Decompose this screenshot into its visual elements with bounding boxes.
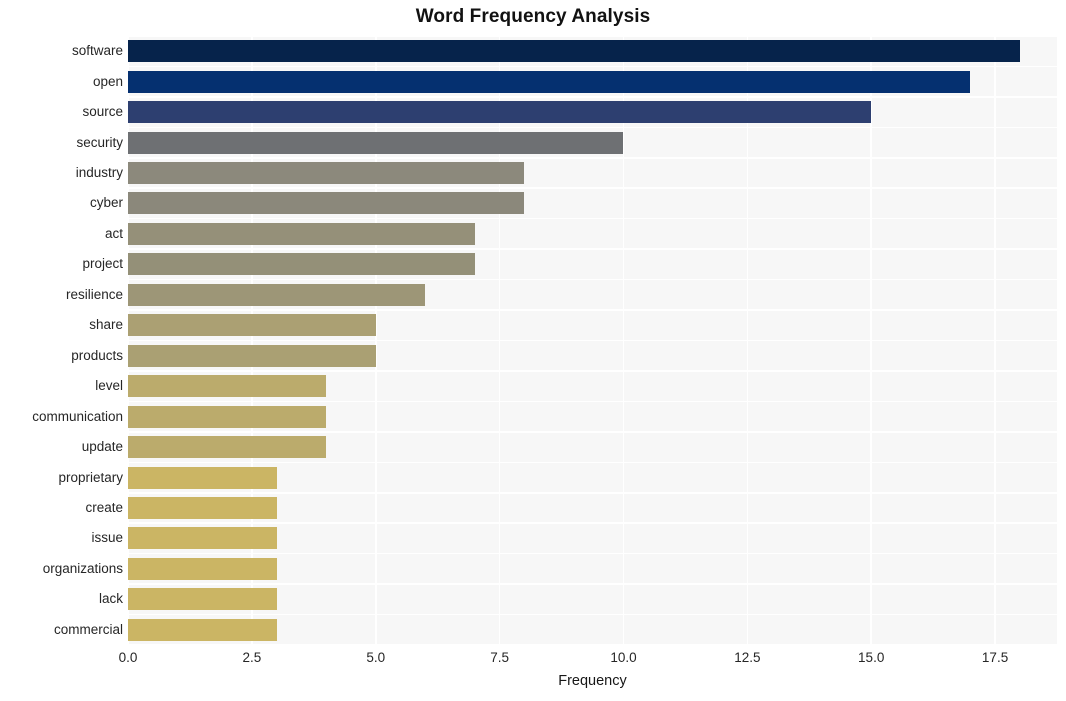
- bar: [128, 618, 277, 641]
- bar: [128, 70, 971, 93]
- y-tick-label: share: [89, 317, 123, 333]
- y-tick-label: issue: [91, 530, 123, 546]
- bar: [128, 557, 277, 580]
- x-tick-label: 5.0: [366, 650, 386, 665]
- horizontal-gridline: [128, 431, 1057, 433]
- bar: [128, 253, 475, 276]
- x-tick-label: 15.0: [858, 650, 885, 665]
- y-tick-label: products: [71, 347, 123, 363]
- horizontal-gridline: [128, 613, 1057, 616]
- x-tick-label: 2.5: [242, 650, 262, 665]
- bar: [128, 222, 475, 245]
- x-axis-label: Frequency: [558, 673, 627, 689]
- x-axis-tick-labels: 0.0 2.5 5.0 7.5 10.0 12.5 15.0 17.5: [0, 645, 1066, 675]
- horizontal-gridline: [128, 370, 1057, 372]
- y-tick-label: proprietary: [58, 469, 123, 485]
- bar: [128, 283, 426, 306]
- x-tick-label: 7.5: [490, 650, 509, 665]
- bar: [128, 162, 525, 185]
- bar: [128, 101, 872, 124]
- y-tick-label: commercial: [53, 621, 123, 637]
- bar: [128, 466, 277, 489]
- horizontal-gridline: [128, 522, 1057, 524]
- x-tick-label: 12.5: [734, 650, 761, 665]
- bar: [128, 436, 327, 459]
- y-tick-label: level: [95, 378, 123, 394]
- horizontal-gridline: [128, 583, 1057, 585]
- y-tick-label: update: [81, 439, 123, 455]
- bar: [128, 40, 1020, 63]
- y-tick-label: industry: [75, 165, 123, 181]
- chart-title: Word Frequency Analysis: [415, 6, 651, 27]
- y-tick-label: software: [71, 43, 123, 59]
- y-tick-label: resilience: [65, 286, 123, 302]
- horizontal-gridline: [128, 96, 1057, 98]
- bar: [128, 375, 327, 398]
- y-tick-label: lack: [98, 591, 123, 607]
- bar: [128, 588, 277, 611]
- horizontal-gridline: [128, 339, 1057, 342]
- horizontal-gridline: [128, 552, 1057, 555]
- horizontal-gridline: [128, 461, 1057, 464]
- bar: [128, 314, 376, 337]
- y-tick-label: act: [104, 225, 123, 241]
- horizontal-gridline: [128, 217, 1057, 220]
- y-tick-label: organizations: [42, 560, 123, 576]
- y-tick-label: cyber: [89, 195, 123, 211]
- y-tick-label: communication: [32, 408, 123, 424]
- y-tick-label: project: [82, 256, 123, 272]
- y-tick-label: source: [82, 104, 123, 120]
- y-tick-label: security: [76, 134, 123, 150]
- bar: [128, 496, 277, 519]
- horizontal-gridline: [128, 400, 1057, 403]
- horizontal-gridline: [128, 278, 1057, 281]
- horizontal-gridline: [128, 309, 1057, 311]
- plot-area: [128, 36, 1057, 645]
- horizontal-gridline: [128, 248, 1057, 250]
- bar: [128, 131, 624, 154]
- horizontal-gridline: [128, 187, 1057, 190]
- y-axis-tick-labels: software open source security industry cyber a…: [0, 36, 123, 645]
- x-tick-label: 17.5: [981, 650, 1009, 665]
- horizontal-gridline: [128, 491, 1057, 494]
- bar: [128, 344, 376, 367]
- bar: [128, 405, 327, 428]
- horizontal-gridline: [128, 65, 1057, 68]
- x-tick-label: 10.0: [610, 650, 637, 665]
- word-frequency-chart-figure: Word Frequency Analysis software open sour…: [0, 0, 1066, 701]
- bar: [128, 192, 525, 215]
- bar: [128, 527, 277, 550]
- horizontal-gridline: [128, 126, 1057, 129]
- horizontal-gridline: [128, 157, 1057, 159]
- x-tick-label: 0.0: [118, 650, 138, 665]
- y-tick-label: create: [85, 499, 123, 515]
- y-tick-label: open: [92, 73, 123, 89]
- horizontal-gridline: [128, 36, 1057, 37]
